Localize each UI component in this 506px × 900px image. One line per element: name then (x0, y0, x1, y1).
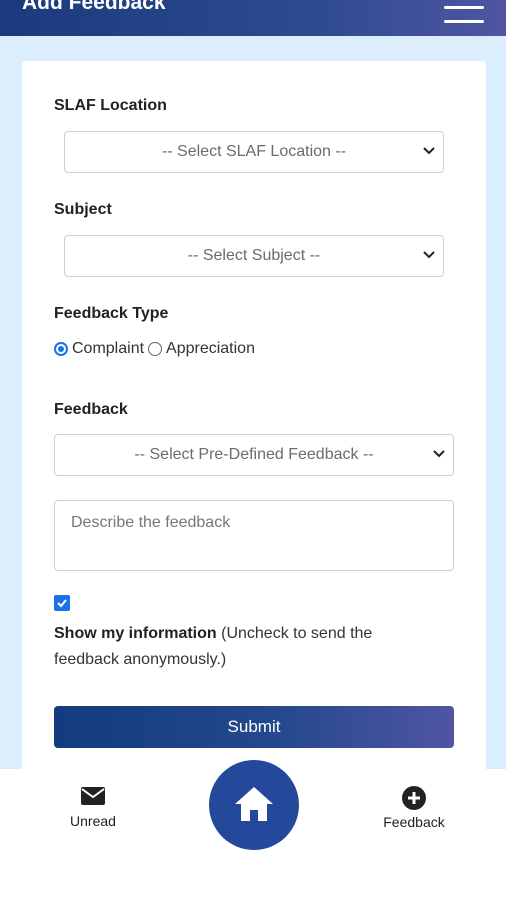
nav-feedback-label: Feedback (383, 814, 445, 830)
page-title: Add Feedback (22, 0, 166, 14)
home-button[interactable] (209, 760, 299, 850)
location-select[interactable]: -- Select SLAF Location -- (64, 131, 444, 173)
chevron-down-icon (423, 251, 435, 259)
show-information-checkbox[interactable] (54, 595, 70, 611)
location-select-value: -- Select SLAF Location -- (161, 143, 347, 160)
feedback-description-textarea[interactable]: Describe the feedback (54, 500, 454, 571)
predefined-feedback-value: -- Select Pre-Defined Feedback -- (134, 446, 374, 463)
location-label: SLAF Location (54, 97, 167, 114)
home-icon (235, 787, 273, 821)
radio-complaint-label: Complaint (72, 340, 145, 357)
feedback-type-label: Feedback Type (54, 305, 169, 322)
show-information-text: Show my information (Uncheck to send the… (54, 621, 434, 673)
nav-feedback[interactable]: Feedback (374, 785, 454, 830)
envelope-icon (81, 787, 105, 805)
subject-select[interactable]: -- Select Subject -- (64, 235, 444, 277)
subject-label: Subject (54, 201, 112, 218)
nav-unread[interactable]: Unread (63, 786, 123, 829)
check-icon (57, 599, 67, 608)
nav-unread-label: Unread (70, 813, 116, 829)
radio-appreciation-label: Appreciation (166, 340, 255, 357)
radio-complaint[interactable] (54, 342, 68, 356)
submit-button[interactable]: Submit (54, 706, 454, 748)
radio-appreciation[interactable] (148, 342, 163, 356)
menu-icon[interactable] (444, 6, 484, 26)
chevron-down-icon (433, 450, 445, 458)
feedback-form-card: SLAF Location -- Select SLAF Location --… (22, 61, 486, 781)
feedback-description-placeholder: Describe the feedback (71, 514, 231, 531)
feedback-type-group: Complaint Appreciation (54, 340, 255, 358)
plus-circle-icon (402, 786, 426, 810)
feedback-label: Feedback (54, 401, 128, 418)
top-app-bar: Add Feedback (0, 0, 506, 36)
chevron-down-icon (423, 147, 435, 155)
show-information-label: Show my information (54, 625, 217, 642)
predefined-feedback-select[interactable]: -- Select Pre-Defined Feedback -- (54, 434, 454, 476)
subject-select-value: -- Select Subject -- (187, 247, 321, 264)
